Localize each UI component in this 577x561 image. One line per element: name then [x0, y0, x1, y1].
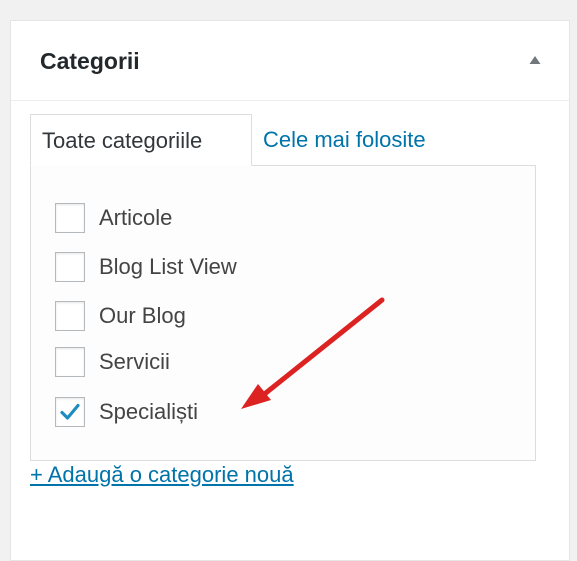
list-item: Servicii — [55, 345, 170, 379]
metabox-title: Categorii — [40, 48, 140, 74]
screen: Categorii Toate categoriile Cele mai fol… — [0, 0, 577, 561]
checkbox-articole[interactable] — [55, 203, 85, 233]
metabox-header: Categorii — [11, 21, 569, 101]
list-item: Specialiști — [55, 395, 198, 429]
checkmark-icon — [60, 403, 80, 420]
category-label: Servicii — [99, 349, 170, 374]
tab-all-categories[interactable]: Toate categoriile — [30, 114, 252, 166]
category-label: Our Blog — [99, 303, 186, 328]
add-new-category-link[interactable]: + Adaugă o categorie nouă — [30, 462, 294, 488]
checkbox-our-blog[interactable] — [55, 301, 85, 331]
list-item: Blog List View — [55, 250, 237, 284]
list-item: Articole — [55, 201, 172, 235]
checkbox-specialisti[interactable] — [55, 397, 85, 427]
category-label: Specialiști — [99, 399, 199, 424]
checkbox-blog-list-view[interactable] — [55, 252, 85, 282]
category-checklist-panel: Articole Blog List View Our Blog Servici… — [30, 165, 536, 461]
category-label: Articole — [99, 205, 173, 230]
category-label: Blog List View — [99, 254, 237, 279]
checkbox-servicii[interactable] — [55, 347, 85, 377]
triangle-up-icon[interactable] — [521, 47, 549, 75]
tab-most-used[interactable]: Cele mai folosite — [263, 114, 426, 166]
list-item: Our Blog — [55, 299, 186, 333]
